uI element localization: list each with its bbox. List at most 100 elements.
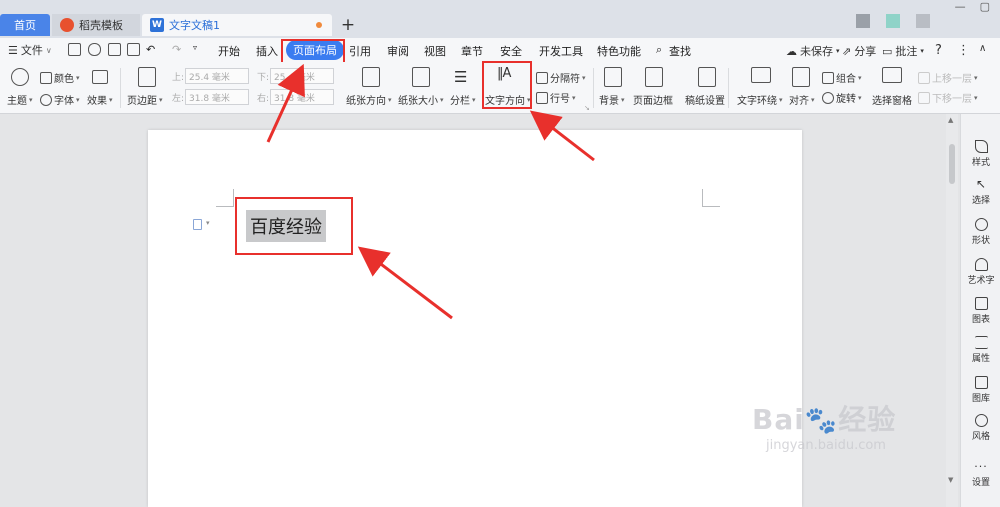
shapes-icon [974, 218, 988, 231]
tab-templates-label: 稻壳模板 [79, 19, 123, 32]
tab-document[interactable]: W 文字文稿1 [142, 14, 332, 36]
margin-button[interactable]: 页边距 ▾ [127, 92, 163, 108]
search-icon[interactable]: ⌕ [656, 43, 662, 57]
theme-icon [11, 68, 29, 86]
page-margin-corner [702, 189, 720, 207]
panel-chart[interactable]: 图表 [961, 297, 1000, 325]
comment-label: 批注 [895, 45, 918, 58]
line-number-button[interactable]: 行号 ▾ [536, 90, 576, 105]
print-icon[interactable] [108, 43, 121, 56]
collapse-ribbon-icon[interactable]: ∧ [979, 43, 986, 54]
tab-home[interactable]: 首页 [0, 14, 50, 36]
avatar-tile[interactable] [856, 14, 870, 28]
menu-tab-sections[interactable]: 章节 [461, 43, 483, 59]
draft-paper-icon [698, 67, 716, 87]
ribbon-separator [593, 68, 594, 108]
menu-tab-review[interactable]: 审阅 [387, 43, 409, 59]
panel-shapes[interactable]: 形状 [961, 218, 1000, 246]
line-number-icon [536, 91, 548, 104]
annotation-box-selected-text [235, 197, 353, 255]
font-button[interactable]: 字体 ▾ [40, 92, 80, 107]
scroll-up-icon[interactable]: ▲ [948, 116, 953, 124]
align-button[interactable]: 对齐 ▾ [789, 92, 815, 108]
margin-icon [138, 67, 156, 87]
unsaved-dot-icon [316, 22, 322, 28]
share-icon: ⇗ [842, 44, 852, 58]
selection-pane-button[interactable]: 选择窗格 [872, 92, 912, 107]
export-icon[interactable] [127, 43, 140, 56]
menu-tab-security[interactable]: 安全 [500, 43, 522, 59]
text-wrap-button[interactable]: 文字环绕 ▾ [737, 92, 783, 108]
minimize-icon[interactable]: — [955, 0, 966, 13]
new-tab-button[interactable]: + [340, 15, 356, 35]
paragraph-mark-icon[interactable] [193, 219, 202, 230]
panel-styles[interactable]: 样式 [961, 140, 1000, 168]
panel-settings[interactable]: ··· 设置 [961, 460, 1000, 488]
draft-paper-button[interactable]: 稿纸设置 [685, 92, 725, 107]
scroll-down-icon[interactable]: ▼ [948, 476, 953, 484]
panel-select[interactable]: ↖ 选择 [961, 178, 1000, 206]
watermark-url: jingyan.baidu.com [766, 438, 886, 453]
send-backward-button[interactable]: 下移一层 ▾ [918, 90, 978, 105]
paper-size-button[interactable]: 纸张大小 ▾ [398, 92, 444, 108]
group-button[interactable]: 组合 ▾ [822, 70, 862, 85]
help-button[interactable]: ? [935, 43, 942, 58]
panel-style[interactable]: 风格 [961, 414, 1000, 442]
separator-button[interactable]: 分隔符 ▾ [536, 70, 586, 85]
menu-find[interactable]: 查找 [669, 43, 691, 59]
file-menu[interactable]: ☰ 文件 ∨ [8, 42, 52, 58]
menu-tab-home[interactable]: 开始 [218, 43, 240, 59]
page-setup-launcher-icon[interactable]: ↘ [584, 104, 590, 112]
app-tile-teal[interactable] [886, 14, 900, 28]
save-icon[interactable] [68, 43, 81, 56]
quick-access-more-icon[interactable]: ▿ [193, 43, 197, 52]
effect-button[interactable]: 效果 ▾ [87, 92, 113, 108]
paper-size-icon [412, 67, 430, 87]
tab-templates[interactable]: 稻壳模板 [52, 14, 140, 36]
more-options-icon[interactable]: ⋮ [957, 43, 970, 58]
unsaved-label: 未保存 [800, 45, 833, 58]
menu-tab-insert[interactable]: 插入 [256, 43, 278, 59]
bottom-margin-input[interactable]: 25.4 毫米 [270, 68, 334, 84]
wordart-icon [974, 258, 988, 271]
share-button[interactable]: ⇗ 分享 [842, 43, 876, 59]
word-document-icon: W [150, 18, 164, 32]
panel-wordart[interactable]: 艺术字 [961, 258, 1000, 286]
redo-icon[interactable]: ↷ [172, 43, 181, 56]
menu-tab-references[interactable]: 引用 [349, 43, 371, 59]
menu-tab-developer[interactable]: 开发工具 [539, 43, 583, 59]
docer-logo-icon [60, 18, 74, 32]
orientation-button[interactable]: 纸张方向 ▾ [346, 92, 392, 108]
left-margin-input[interactable]: 31.8 毫米 [185, 89, 249, 105]
window-tiles [856, 14, 930, 28]
top-margin-input[interactable]: 25.4 毫米 [185, 68, 249, 84]
background-button[interactable]: 背景 ▾ [599, 92, 625, 108]
scroll-thumb[interactable] [949, 144, 955, 184]
theme-button[interactable]: 主题 ▾ [7, 92, 33, 108]
undo-icon[interactable]: ↶ [146, 43, 155, 56]
ribbon-separator [120, 68, 121, 108]
panel-gallery[interactable]: 图库 [961, 376, 1000, 404]
window-controls: — ▢ [955, 0, 990, 13]
page-border-button[interactable]: 页面边框 [633, 92, 673, 107]
vertical-scrollbar[interactable]: ▲ ▼ [946, 114, 958, 507]
app-tile-gray[interactable] [916, 14, 930, 28]
maximize-icon[interactable]: ▢ [980, 0, 990, 13]
menu-tab-features[interactable]: 特色功能 [597, 43, 641, 59]
unsaved-status[interactable]: ☁ 未保存 ▾ [786, 43, 840, 59]
menu-tab-view[interactable]: 视图 [424, 43, 446, 59]
chevron-down-icon[interactable]: ▾ [206, 219, 210, 227]
document-page[interactable] [148, 130, 802, 507]
color-button[interactable]: 颜色 ▾ [40, 70, 80, 85]
print-preview-icon[interactable] [88, 43, 101, 56]
columns-button[interactable]: 分栏 ▾ [450, 92, 476, 108]
comment-button[interactable]: ▭ 批注 ▾ [882, 43, 924, 59]
page-break-icon [536, 71, 548, 84]
bring-forward-button[interactable]: 上移一层 ▾ [918, 70, 978, 85]
right-margin-input[interactable]: 31.8 毫米 [270, 89, 334, 105]
page-border-icon [645, 67, 663, 87]
columns-icon: ☰ [454, 68, 468, 86]
panel-properties[interactable]: 属性 [961, 336, 1000, 364]
rotate-button[interactable]: 旋转 ▾ [822, 90, 862, 105]
bring-forward-icon [918, 71, 930, 84]
